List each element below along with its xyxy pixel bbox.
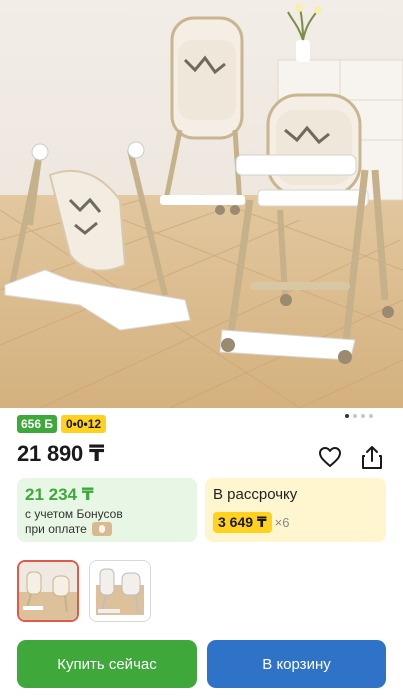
bonus-note-line2-wrap: при оплате bbox=[25, 522, 189, 537]
bonus-price-card[interactable]: 21 234 ₸ с учетом Бонусов при оплате bbox=[17, 478, 197, 542]
bonus-note: с учетом Бонусов при оплате bbox=[25, 507, 189, 537]
bonus-price: 21 234 ₸ bbox=[25, 485, 94, 504]
thumbnail-variant-2[interactable] bbox=[89, 560, 151, 622]
share-button[interactable] bbox=[358, 443, 386, 471]
price-badges: 656 Б 0•0•12 bbox=[17, 415, 107, 433]
pagination-dot[interactable] bbox=[353, 414, 357, 418]
pagination-dot[interactable] bbox=[361, 414, 365, 418]
thumbnail-variant-1[interactable] bbox=[17, 560, 79, 622]
thumbnail-image bbox=[19, 562, 77, 620]
product-photo bbox=[0, 0, 403, 408]
installment-badge: 0•0•12 bbox=[60, 415, 107, 433]
installment-card[interactable]: В рассрочку 3 649 ₸ ×6 bbox=[205, 478, 386, 542]
favorite-button[interactable] bbox=[316, 443, 344, 471]
installment-times: ×6 bbox=[274, 515, 290, 530]
product-price: 21 890 ₸ bbox=[17, 441, 105, 466]
thumbnail-image bbox=[90, 561, 150, 621]
gallery-pagination bbox=[345, 414, 373, 418]
installment-monthly: 3 649 ₸ bbox=[213, 512, 272, 533]
buy-now-button[interactable]: Купить сейчас bbox=[17, 640, 197, 688]
add-to-cart-button[interactable]: В корзину bbox=[207, 640, 386, 688]
share-icon bbox=[362, 446, 382, 469]
bonus-note-line1: с учетом Бонусов bbox=[25, 507, 123, 521]
bonus-note-line2: при оплате bbox=[25, 522, 87, 536]
product-image[interactable] bbox=[0, 0, 403, 408]
payment-icon bbox=[92, 522, 113, 536]
pagination-dot[interactable] bbox=[345, 414, 349, 418]
bonus-badge: 656 Б bbox=[17, 415, 57, 433]
installment-title: В рассрочку bbox=[213, 486, 298, 503]
heart-icon bbox=[319, 447, 341, 467]
installment-row: 3 649 ₸ ×6 bbox=[213, 512, 378, 533]
pagination-dot[interactable] bbox=[369, 414, 373, 418]
